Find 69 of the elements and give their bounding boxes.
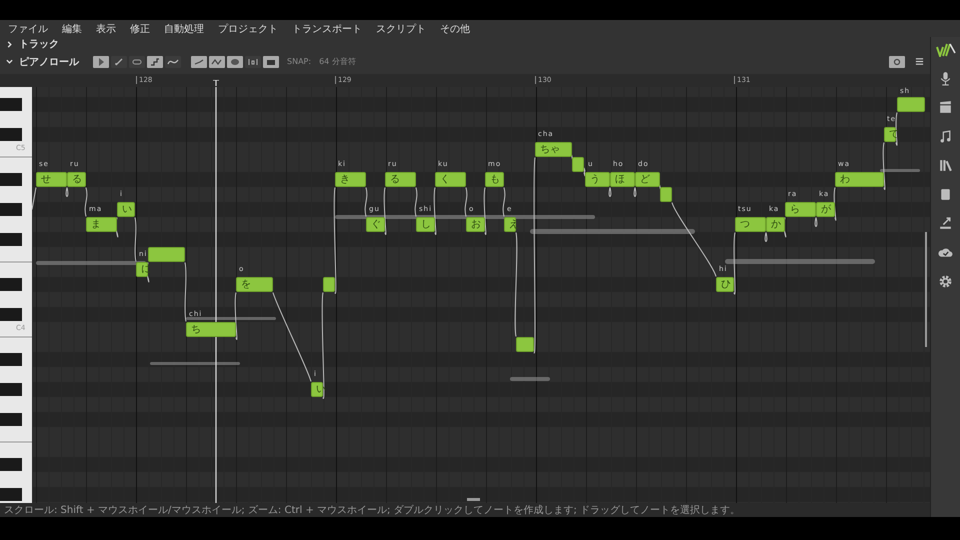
pencil-icon[interactable] — [111, 56, 127, 68]
note[interactable]: ら — [785, 202, 816, 217]
playhead-marker[interactable] — [213, 80, 219, 86]
books-icon[interactable] — [938, 158, 953, 173]
chevron-right-icon — [6, 40, 13, 48]
note[interactable]: ほ — [610, 172, 635, 187]
note[interactable]: い — [117, 202, 135, 217]
menu-item[interactable]: 自動処理 — [164, 22, 204, 36]
note[interactable] — [572, 156, 584, 172]
steps-icon[interactable] — [147, 56, 163, 68]
blob-icon[interactable] — [227, 56, 243, 68]
menu-item[interactable]: トランスポート — [292, 22, 362, 36]
wave-icon[interactable] — [209, 56, 225, 68]
note[interactable]: お — [466, 216, 485, 232]
note[interactable] — [516, 336, 534, 352]
clapperboard-icon[interactable] — [938, 100, 953, 115]
menu-item[interactable]: ファイル — [8, 22, 48, 36]
note[interactable]: つ — [735, 216, 766, 232]
note[interactable]: う — [585, 172, 610, 187]
note[interactable] — [323, 276, 335, 292]
cursor-icon[interactable] — [93, 56, 109, 68]
music-note-icon[interactable] — [938, 129, 953, 144]
menu-item[interactable]: プロジェクト — [218, 22, 278, 36]
note[interactable]: ち — [186, 322, 236, 337]
note[interactable]: ぐ — [366, 216, 385, 232]
note[interactable]: ど — [635, 172, 660, 187]
note[interactable]: く — [435, 172, 466, 187]
capsule-icon[interactable] — [129, 56, 145, 68]
menu-item[interactable]: 修正 — [130, 22, 150, 36]
note[interactable]: を — [236, 276, 273, 292]
note[interactable] — [148, 246, 185, 262]
menu-item[interactable]: スクリプト — [376, 22, 426, 36]
logo-icon — [936, 43, 956, 57]
note[interactable]: る — [385, 172, 416, 187]
note[interactable]: る — [67, 172, 86, 187]
microphone-icon[interactable] — [938, 71, 953, 86]
piano-keyboard-drawing[interactable] — [0, 86, 32, 503]
note[interactable]: ひ — [716, 276, 734, 292]
snap-value[interactable]: 64 分音符 — [319, 56, 356, 68]
panel-header[interactable]: ピアノロール — [6, 54, 79, 69]
status-bar: スクロール: Shift + マウスホイール/マウスホイール; ズーム: Ctrl + マウスホイール; ダブルクリックしてノートを作成します; ドラッグしてノートを選択します。 — [0, 503, 930, 517]
note[interactable]: き — [335, 172, 366, 187]
menu-item[interactable]: 表示 — [96, 22, 116, 36]
snap-label: SNAP: — [287, 57, 312, 66]
pitch-curve[interactable] — [32, 112, 898, 398]
note[interactable]: ちゃ — [535, 142, 572, 157]
scrollbar-thumb[interactable] — [467, 498, 480, 501]
note[interactable]: ま — [86, 216, 117, 232]
note[interactable]: が — [816, 202, 835, 217]
menu-item[interactable]: その他 — [440, 22, 470, 36]
note[interactable] — [897, 96, 925, 112]
settings-icon[interactable] — [938, 274, 953, 289]
menu-icon[interactable] — [915, 57, 924, 66]
bracket-icon[interactable] — [245, 56, 261, 68]
clapperboard-icon[interactable] — [263, 56, 279, 68]
export-icon[interactable] — [938, 216, 953, 231]
menu-item[interactable]: 編集 — [62, 22, 82, 36]
scrollbar-thumb[interactable] — [925, 232, 927, 347]
note[interactable]: も — [485, 172, 504, 187]
panel-header[interactable]: トラック — [6, 37, 59, 52]
chevron-down-icon — [6, 58, 13, 66]
camera-icon[interactable] — [889, 56, 905, 68]
note[interactable]: せ — [36, 172, 67, 187]
curve-icon[interactable] — [165, 56, 181, 68]
book-icon[interactable] — [938, 187, 953, 202]
note[interactable]: し — [416, 216, 435, 232]
note[interactable] — [660, 186, 672, 202]
note[interactable]: わ — [835, 172, 884, 187]
note[interactable]: か — [766, 216, 785, 232]
